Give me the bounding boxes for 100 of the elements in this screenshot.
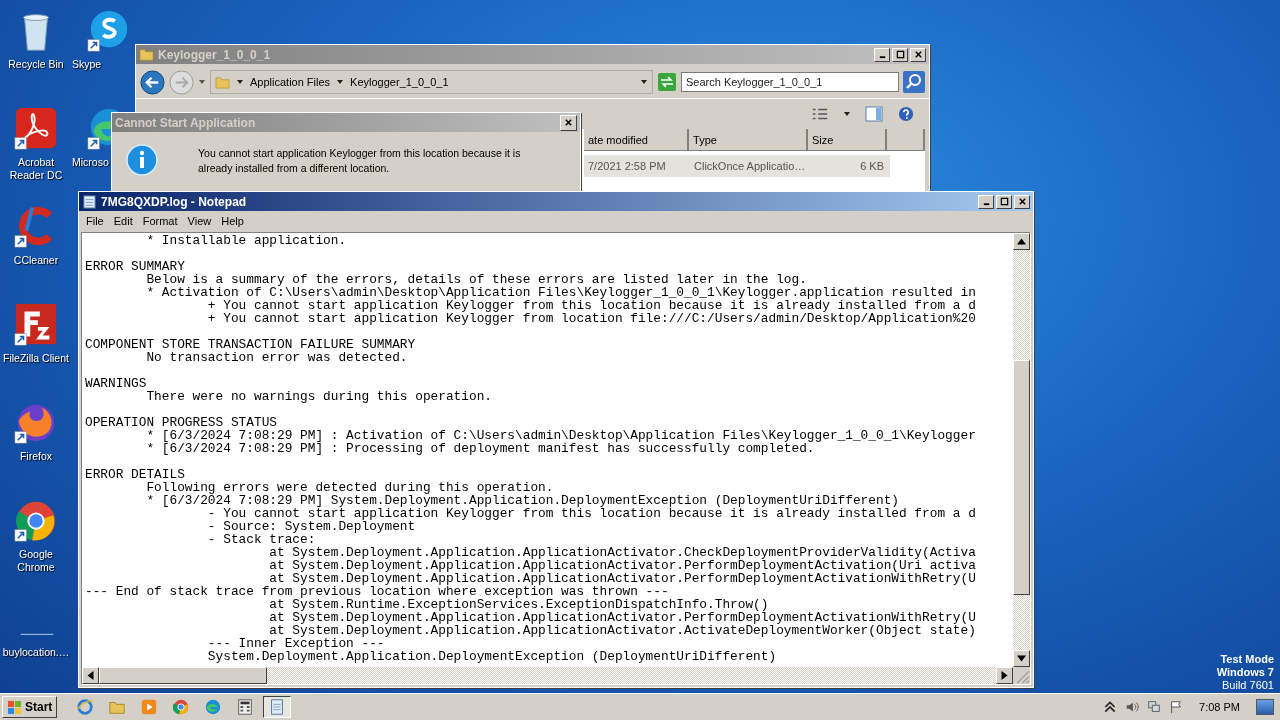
close-button[interactable] bbox=[1014, 194, 1030, 209]
start-button[interactable]: Start bbox=[2, 696, 58, 718]
network-icon[interactable] bbox=[1147, 700, 1162, 714]
scroll-down-button[interactable] bbox=[1013, 650, 1030, 667]
horizontal-scrollbar[interactable] bbox=[82, 667, 1013, 684]
breadcrumb-item[interactable]: Keylogger_1_0_0_1 bbox=[350, 76, 449, 88]
taskbar-button[interactable] bbox=[263, 696, 292, 718]
menu-item[interactable]: Help bbox=[216, 214, 249, 227]
window-title: Keylogger_1_0_0_1 bbox=[158, 47, 271, 62]
windows-logo-icon bbox=[7, 699, 23, 715]
caret-icon[interactable] bbox=[336, 78, 345, 86]
back-button[interactable] bbox=[140, 69, 165, 95]
log-line: at System.Deployment.Application.ApplicationActivator.ActivateDeploymentWorker(Object state) bbox=[268, 624, 976, 637]
icon-label: Microso bbox=[72, 156, 109, 169]
log-line: * Activation of C:\Users\admin\Desktop\Application Files\Keylogger_1_0_0_1\Keylogger.application resulted in bbox=[145, 286, 976, 299]
log-line: at System.Deployment.Application.ApplicationActivator.CheckDeploymentProviderValidity(Activa bbox=[268, 546, 976, 559]
minimize-button[interactable] bbox=[874, 47, 890, 62]
caret-icon[interactable] bbox=[843, 110, 851, 118]
log-line: ERROR DETAILS bbox=[85, 468, 185, 481]
app-icon bbox=[204, 698, 223, 716]
log-line: There were no warnings during this operation. bbox=[145, 390, 492, 403]
folder-icon bbox=[215, 74, 230, 90]
column-header[interactable]: Size bbox=[808, 129, 888, 151]
maximize-button[interactable] bbox=[892, 47, 908, 62]
log-line: Below is a summary of the errors, details of these errors are listed later in the log. bbox=[145, 273, 807, 286]
log-line: * [6/3/2024 7:08:29 PM] : Activation of C:\Users\admin\Desktop\Application Files\Keylogger_1_0_0_1\Keylogger bbox=[145, 429, 976, 442]
log-line: System.Deployment.Application.DeploymentException (DeploymentUriDifferent) bbox=[206, 650, 777, 663]
column-header[interactable]: ate modified bbox=[584, 129, 690, 151]
notepad-icon bbox=[82, 194, 97, 209]
icon-label: FileZilla Client bbox=[3, 352, 69, 365]
maximize-icon bbox=[999, 197, 1009, 206]
speaker-icon[interactable] bbox=[1125, 700, 1140, 714]
log-line: * [6/3/2024 7:08:29 PM] : Processing of deployment manifest has successfully completed. bbox=[145, 442, 815, 455]
info-icon bbox=[126, 144, 158, 176]
minimize-button[interactable] bbox=[978, 194, 994, 209]
address-bar[interactable]: Application Files Keylogger_1_0_0_1 bbox=[210, 70, 653, 94]
caret-icon[interactable] bbox=[236, 78, 244, 86]
log-line: COMPONENT STORE TRANSACTION FAILURE SUMMARY bbox=[85, 338, 416, 351]
vertical-scrollbar[interactable] bbox=[1013, 233, 1030, 667]
help-icon[interactable] bbox=[897, 106, 915, 122]
maximize-icon bbox=[895, 50, 905, 59]
close-button[interactable] bbox=[910, 47, 926, 62]
maximize-button[interactable] bbox=[996, 194, 1012, 209]
menu-item[interactable]: File bbox=[81, 214, 109, 227]
table-cell-text: ClickOnce Applicatio… bbox=[693, 160, 807, 172]
close-icon bbox=[1017, 197, 1027, 206]
log-line: --- End of stack trace from previous location where exception was thrown --- bbox=[85, 585, 669, 598]
menu-item[interactable]: Edit bbox=[108, 214, 138, 227]
icon-label: Google Chrome bbox=[16, 548, 56, 574]
search-icon[interactable] bbox=[903, 71, 925, 93]
log-line: - You cannot start application Keylogger from this location because it is already installed from a d bbox=[207, 507, 976, 520]
flag-icon[interactable] bbox=[1169, 700, 1184, 714]
log-line: * [6/3/2024 7:08:29 PM] System.Deployment.Application.DeploymentException (DeploymentUriDifferent) bbox=[145, 494, 899, 507]
log-line: OPERATION PROGRESS STATUS bbox=[85, 416, 277, 429]
clock[interactable]: 7:08 PM bbox=[1199, 701, 1240, 713]
app-icon[interactable] bbox=[13, 106, 59, 152]
menu-item[interactable]: View bbox=[182, 214, 217, 227]
search-field[interactable]: Search Keylogger_1_0_0_1 bbox=[681, 72, 899, 92]
log-line: - Stack trace: bbox=[206, 533, 316, 546]
view-icon[interactable] bbox=[811, 106, 829, 122]
icon-label: Acrobat Reader DC bbox=[8, 156, 64, 182]
log-line: WARNINGS bbox=[85, 377, 147, 390]
log-line: Following errors were detected during this operation. bbox=[145, 481, 554, 494]
table-cell-text: 7/2021 2:58 PM bbox=[587, 160, 667, 172]
log-line: --- Inner Exception --- bbox=[206, 637, 385, 650]
folder-icon bbox=[139, 47, 154, 62]
log-line: - Source: System.Deployment bbox=[206, 520, 416, 533]
resize-grip-icon[interactable] bbox=[1013, 667, 1030, 684]
log-line: at System.Runtime.ExceptionServices.ExceptionDispatchInfo.Throw() bbox=[268, 598, 769, 611]
menu-item[interactable]: Format bbox=[137, 214, 183, 227]
table-cell-text: 6 KB bbox=[859, 160, 885, 172]
column-header[interactable]: Type bbox=[689, 129, 808, 151]
scroll-thumb[interactable] bbox=[1013, 360, 1030, 595]
column-header[interactable] bbox=[887, 129, 925, 151]
scroll-right-button[interactable] bbox=[996, 667, 1013, 684]
file-row[interactable]: 7/2021 2:58 PM ClickOnce Applicatio… 6 KB bbox=[584, 155, 890, 177]
log-line: + You cannot start application Keylogger from this location because it is already installed from a d bbox=[206, 299, 976, 312]
log-line: at System.Deployment.Application.ApplicationActivator.PerformDeploymentActivation(Uri activa bbox=[268, 559, 976, 572]
system-info-text: Test Mode bbox=[1220, 653, 1274, 666]
close-icon bbox=[564, 118, 573, 127]
app-icon bbox=[236, 698, 255, 716]
close-button[interactable] bbox=[560, 114, 577, 131]
log-line: * Installable application. bbox=[145, 234, 347, 247]
dialog-title: Cannot Start Application bbox=[115, 115, 256, 130]
icon-label: Firefox bbox=[19, 450, 53, 463]
dialog-message: You cannot start application Keylogger from this location because it is already installed from a different location. bbox=[198, 146, 522, 176]
breadcrumb-item[interactable]: Application Files bbox=[250, 76, 331, 88]
caret-icon[interactable] bbox=[640, 78, 648, 86]
app-icon bbox=[140, 698, 159, 716]
app-icon[interactable] bbox=[13, 302, 59, 348]
scroll-thumb[interactable] bbox=[99, 667, 267, 684]
scroll-left-button[interactable] bbox=[82, 667, 99, 684]
icon-label: Skype bbox=[72, 58, 102, 71]
caret-icon[interactable] bbox=[198, 78, 206, 86]
show-desktop-button[interactable] bbox=[1256, 699, 1274, 715]
log-line: + You cannot start application Keylogger from location file:///C:/Users/admin/Desktop/Application%20 bbox=[206, 312, 976, 325]
app-icon bbox=[172, 698, 191, 716]
scroll-up-button[interactable] bbox=[1013, 233, 1030, 250]
show-hidden-icons-icon[interactable] bbox=[1103, 700, 1118, 714]
icon-label: CCleaner bbox=[13, 254, 59, 267]
